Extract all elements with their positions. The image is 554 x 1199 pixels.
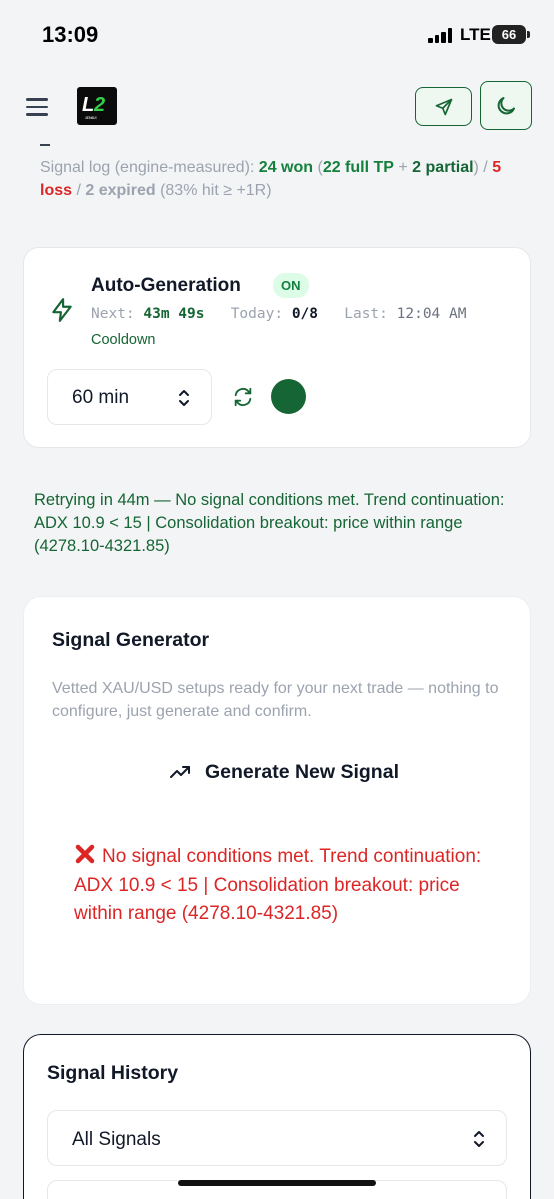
slash-sep: /	[72, 182, 86, 199]
status-bar: 13:09 LTE 66	[0, 0, 554, 68]
open-paren: (	[313, 159, 323, 176]
app-header: L 2 SIGNALS	[0, 68, 554, 148]
cell-signal-icon	[428, 27, 454, 43]
error-message: No signal conditions met. Trend continua…	[74, 843, 494, 929]
signal-generator-title: Signal Generator	[52, 629, 210, 651]
next-label: Next:	[91, 306, 135, 322]
refresh-icon[interactable]	[232, 386, 254, 408]
last-value: 12:04 AM	[396, 306, 467, 322]
chevron-updown-icon	[474, 1131, 484, 1147]
send-icon	[435, 98, 452, 115]
bolt-icon	[52, 298, 72, 322]
error-text: No signal conditions met. Trend continua…	[74, 846, 482, 924]
hit-rate: (83% hit ≥ +1R)	[155, 182, 272, 199]
signal-generator-card: Signal Generator Vetted XAU/USD setups r…	[23, 596, 531, 1005]
expired-count: 2 expired	[85, 182, 156, 199]
partial-count: 2 partial	[412, 159, 474, 176]
generate-signal-label: Generate New Signal	[205, 760, 399, 783]
interval-value: 60 min	[72, 387, 130, 408]
full-tp-count: 22 full TP	[322, 159, 394, 176]
partial-icon	[40, 140, 50, 146]
moon-icon	[497, 96, 515, 114]
app-logo[interactable]: L 2 SIGNALS	[77, 87, 117, 125]
auto-generation-card: Auto-Generation ON Next: 43m 49s Today: …	[23, 247, 531, 448]
next-value: 43m 49s	[143, 306, 205, 322]
last-label: Last:	[344, 306, 388, 322]
chevron-updown-icon	[179, 390, 189, 406]
svg-text:SIGNALS: SIGNALS	[85, 115, 97, 120]
close-paren: ) /	[473, 159, 493, 176]
auto-toggle[interactable]	[271, 379, 306, 414]
hamburger-icon[interactable]	[26, 98, 48, 116]
svg-text:L: L	[82, 94, 94, 116]
won-count: 24 won	[258, 159, 314, 176]
theme-toggle-button[interactable]	[480, 81, 532, 130]
signal-history-card: Signal History All Signals	[23, 1034, 531, 1199]
retry-message: Retrying in 44m — No signal conditions m…	[34, 491, 505, 555]
today-label: Today:	[230, 306, 284, 322]
plus-sep: +	[393, 159, 413, 176]
auto-generation-title: Auto-Generation	[91, 275, 241, 296]
x-icon	[75, 844, 95, 864]
send-button[interactable]	[415, 87, 472, 126]
battery-icon: 66	[492, 25, 530, 44]
network-type: LTE	[460, 25, 491, 44]
trend-up-icon	[170, 766, 190, 778]
signal-log: Signal log (engine-measured): 24 won (22…	[40, 156, 520, 202]
logo-mark: L 2 SIGNALS	[82, 94, 106, 120]
status-time: 13:09	[42, 22, 99, 47]
signal-generator-description: Vetted XAU/USD setups ready for your nex…	[52, 680, 499, 720]
signal-history-title: Signal History	[47, 1062, 179, 1084]
today-value: 0/8	[291, 306, 319, 322]
auto-generation-meta: Next: 43m 49s Today: 0/8 Last: 12:04 AM	[91, 306, 466, 322]
history-filter-value: All Signals	[72, 1129, 161, 1150]
history-filter-select[interactable]: All Signals	[47, 1110, 507, 1166]
battery-level: 66	[501, 27, 517, 42]
home-indicator	[178, 1180, 376, 1186]
status-badge: ON	[273, 273, 309, 298]
cooldown-status: Cooldown	[91, 332, 156, 348]
svg-text:2: 2	[93, 94, 105, 116]
generate-signal-button[interactable]: Generate New Signal	[134, 755, 434, 789]
signal-log-prefix: Signal log (engine-measured):	[40, 159, 259, 176]
interval-select[interactable]: 60 min	[47, 369, 212, 425]
